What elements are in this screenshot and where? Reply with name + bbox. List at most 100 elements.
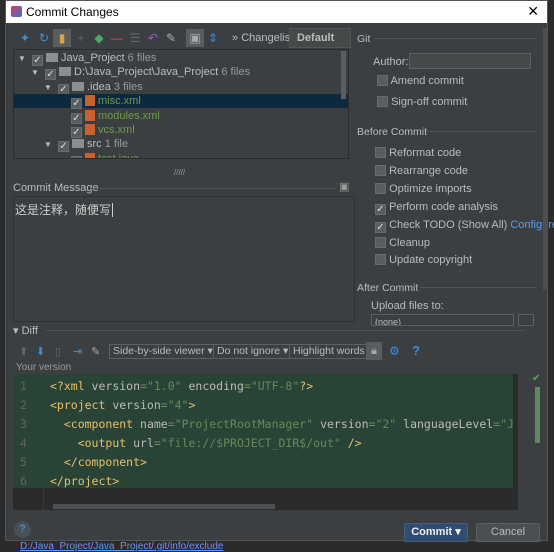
expand-arrow-icon[interactable]: [57, 153, 71, 158]
shelve-icon[interactable]: ◆: [90, 29, 108, 47]
tree-item[interactable]: ✓ modules.xml: [14, 109, 348, 124]
edit-source-icon[interactable]: ✎: [91, 345, 100, 358]
include-checkbox[interactable]: ✓: [71, 127, 82, 138]
diff-toggle-icon[interactable]: ▣: [186, 29, 204, 47]
options-scrollbar[interactable]: [543, 28, 548, 290]
tree-item[interactable]: ✓ test.java: [14, 152, 348, 159]
help-icon[interactable]: ?: [412, 343, 420, 358]
file-icon: [85, 109, 95, 121]
changelist-label: » Changelist:: [232, 32, 297, 44]
expand-arrow-icon[interactable]: [57, 124, 71, 138]
line-number: 1: [20, 379, 27, 393]
commit-message-input[interactable]: 这是注释，随便写: [13, 196, 355, 322]
before-commit-option[interactable]: Cleanup: [375, 236, 431, 249]
author-input[interactable]: [409, 53, 531, 69]
revert-icon[interactable]: ↶: [144, 29, 162, 47]
next-diff-icon[interactable]: ⬇: [36, 345, 45, 358]
commit-button[interactable]: Commit ▾: [404, 523, 468, 542]
folder-icon: [72, 139, 84, 149]
changelist-select[interactable]: Default: [289, 28, 351, 48]
option-checkbox[interactable]: [375, 254, 386, 266]
tree-item-label: test.java: [98, 152, 139, 159]
settings-icon[interactable]: ⚙: [389, 344, 400, 358]
git-section-label: Git: [357, 33, 371, 45]
highlight-select[interactable]: Highlight words ▾: [289, 344, 377, 359]
option-label: Reformat code: [389, 147, 462, 159]
jump-to-source-icon[interactable]: ⇥: [73, 345, 82, 358]
option-checkbox[interactable]: ✓: [375, 221, 386, 233]
include-checkbox[interactable]: ✓: [45, 69, 56, 81]
expand-arrow-icon[interactable]: ▼: [44, 81, 58, 95]
option-checkbox[interactable]: [375, 236, 386, 248]
option-checkbox[interactable]: [375, 182, 386, 194]
option-label: Optimize imports: [389, 182, 472, 195]
tree-item[interactable]: ▼ ✓ src 1 file: [14, 137, 348, 153]
tree-item[interactable]: ▼ ✓ .idea 3 files: [14, 80, 348, 95]
option-checkbox[interactable]: [375, 147, 386, 158]
option-checkbox[interactable]: ✓: [375, 203, 386, 215]
amend-commit-checkbox[interactable]: Amend commit: [377, 75, 464, 87]
prev-diff-icon[interactable]: ⬆: [19, 345, 28, 358]
folder-icon: [46, 53, 58, 62]
tree-item[interactable]: ▼ ✓ Java_Project 6 files: [14, 51, 348, 66]
include-checkbox[interactable]: ✓: [32, 55, 43, 66]
include-checkbox[interactable]: ✓: [58, 83, 69, 95]
unversioned-icon[interactable]: ▮: [53, 29, 71, 47]
before-commit-option[interactable]: Optimize imports: [375, 182, 472, 195]
option-checkbox[interactable]: [375, 164, 386, 176]
refresh-icon[interactable]: ↻: [35, 29, 53, 47]
before-commit-option[interactable]: Update copyright: [375, 254, 472, 266]
include-checkbox[interactable]: ✓: [71, 155, 82, 158]
before-commit-option[interactable]: ✓ Check TODO (Show All) Configure: [375, 219, 554, 233]
window-title: Commit Changes: [26, 5, 119, 19]
upload-select[interactable]: (none): [371, 314, 514, 326]
vertical-scrollbar[interactable]: [535, 387, 540, 443]
expand-arrow-icon[interactable]: [57, 95, 71, 109]
include-checkbox[interactable]: ✓: [71, 98, 82, 110]
edit-icon[interactable]: ✎: [162, 29, 180, 47]
diff-editor[interactable]: 1 2 3 4 5 6 <?xml version="1.0" encoding="UTF…: [13, 374, 513, 510]
changes-tree[interactable]: ▼ ✓ Java_Project 6 files ▼ ✓ D:\Java_Project\…: [13, 49, 349, 159]
diff-toggle[interactable]: ▾ Diff: [13, 324, 38, 337]
tree-item[interactable]: ▼ ✓ D:\Java_Project\Java_Project 6 files: [14, 65, 348, 81]
tree-item-count: 6 files: [221, 66, 251, 79]
option-label: Cleanup: [389, 236, 431, 249]
option-label: Perform code analysis: [389, 200, 498, 213]
expand-arrow-icon[interactable]: ▼: [44, 138, 58, 152]
before-commit-option[interactable]: Reformat code: [375, 147, 461, 159]
close-button[interactable]: ✕: [527, 3, 539, 20]
include-checkbox[interactable]: ✓: [58, 141, 69, 153]
option-label: Update copyright: [389, 254, 473, 267]
tree-item[interactable]: ✓ misc.xml: [14, 94, 348, 110]
add-icon[interactable]: +: [72, 29, 90, 47]
tree-item-label: D:\Java_Project\Java_Project: [74, 66, 219, 79]
expand-arrow-icon[interactable]: ▼: [18, 52, 32, 66]
file-icon[interactable]: ▯: [55, 345, 61, 358]
include-checkbox[interactable]: ✓: [71, 112, 82, 124]
commit-message-label: Commit Message: [13, 182, 99, 194]
expand-arrow-icon[interactable]: ▼: [31, 66, 45, 80]
lock-icon[interactable]: 🔒︎: [366, 342, 382, 360]
tree-scrollbar[interactable]: [341, 51, 346, 99]
help-button[interactable]: ?: [14, 521, 31, 538]
option-label: Rearrange code: [389, 164, 468, 177]
remove-icon[interactable]: —: [108, 29, 126, 47]
group-icon[interactable]: ☰: [126, 29, 144, 47]
move-icon[interactable]: ✦: [16, 29, 34, 47]
before-commit-option[interactable]: ✓ Perform code analysis: [375, 201, 498, 215]
splitter-handle[interactable]: /////: [174, 168, 185, 177]
tree-item-label: modules.xml: [98, 109, 160, 122]
before-commit-option[interactable]: Rearrange code: [375, 164, 468, 177]
message-history-icon[interactable]: ▣: [339, 180, 349, 193]
expand-arrow-icon[interactable]: [57, 110, 71, 124]
viewer-select[interactable]: Side-by-side viewer ▾: [109, 344, 217, 359]
background-link: D:/Java_Project/Java_Project/.git/info/e…: [20, 541, 224, 552]
expand-icon[interactable]: ⇕: [204, 29, 222, 47]
tree-item-label: misc.xml: [98, 95, 141, 108]
ignore-select[interactable]: Do not ignore ▾: [213, 344, 293, 359]
upload-config-button[interactable]: [518, 314, 534, 326]
tree-item[interactable]: ✓ vcs.xml: [14, 123, 348, 138]
cancel-button[interactable]: Cancel: [476, 523, 540, 542]
signoff-commit-checkbox[interactable]: Sign-off commit: [377, 96, 467, 108]
horizontal-scrollbar[interactable]: [53, 504, 275, 509]
